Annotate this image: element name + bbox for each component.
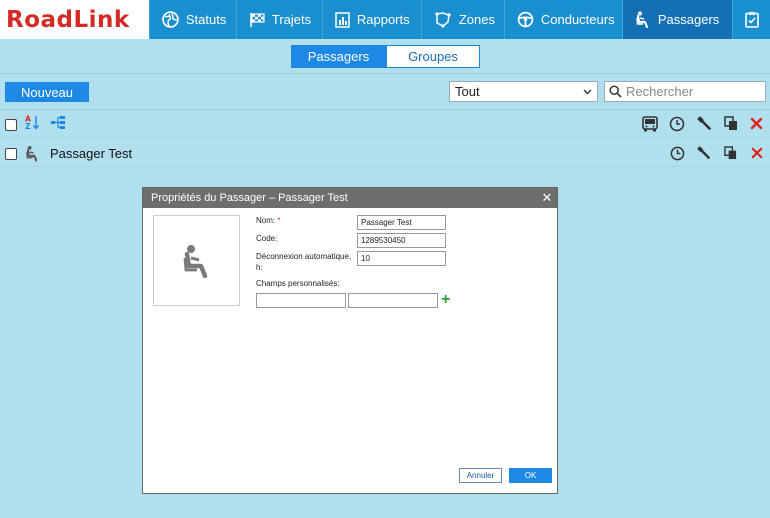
clock-icon[interactable] bbox=[669, 116, 685, 132]
wrench-icon[interactable] bbox=[697, 116, 712, 131]
wrench-icon[interactable] bbox=[697, 146, 711, 160]
nav-item-rapports[interactable]: Rapports bbox=[321, 0, 421, 39]
delete-icon[interactable] bbox=[750, 117, 763, 130]
nav-item-passagers[interactable]: Passagers bbox=[621, 0, 732, 39]
nav-item-conducteurs[interactable]: Conducteurs bbox=[503, 0, 622, 39]
filter-select[interactable]: Tout bbox=[449, 81, 598, 102]
custom-fields-label: Champs personnalisés: bbox=[256, 279, 340, 288]
name-label-text: Nom: bbox=[256, 216, 276, 225]
nav-label-zones: Zones bbox=[458, 12, 495, 27]
auto-logout-label-line2: h: bbox=[256, 263, 263, 272]
nav-item-trajets[interactable]: Trajets bbox=[235, 0, 322, 39]
divider bbox=[0, 73, 770, 74]
globe-icon bbox=[162, 11, 179, 28]
nav-label-trajets: Trajets bbox=[271, 12, 312, 27]
clock-icon[interactable] bbox=[670, 146, 685, 161]
search-input[interactable] bbox=[626, 84, 761, 99]
top-navigation-bar: RoadLink Statuts Trajets Rapports Zones … bbox=[0, 0, 770, 39]
passenger-name[interactable]: Passager Test bbox=[50, 146, 132, 161]
custom-field-key[interactable] bbox=[256, 293, 346, 308]
code-label: Code: bbox=[256, 234, 278, 243]
auto-logout-label-line1: Déconnexion automatique, bbox=[256, 252, 352, 261]
auto-logout-field[interactable]: 10 bbox=[357, 251, 446, 266]
add-custom-field-button[interactable]: + bbox=[441, 292, 450, 308]
checkered-flag-icon bbox=[250, 12, 265, 27]
chevron-down-icon bbox=[583, 89, 592, 94]
search-icon bbox=[609, 85, 622, 98]
search-box bbox=[604, 81, 766, 102]
filter-select-value: Tout bbox=[455, 84, 480, 99]
divider bbox=[0, 137, 770, 138]
select-all-checkbox[interactable] bbox=[5, 119, 17, 131]
roadlink-logo[interactable]: RoadLink bbox=[0, 0, 149, 39]
copy-icon[interactable] bbox=[724, 116, 738, 131]
passenger-photo[interactable] bbox=[153, 215, 240, 306]
passenger-properties-dialog: Propriétés du Passager – Passager Test ✕… bbox=[142, 187, 558, 494]
steering-wheel-icon bbox=[517, 11, 534, 28]
name-field[interactable]: Passager Test bbox=[357, 215, 446, 230]
nav-label-rapports: Rapports bbox=[356, 12, 410, 27]
row-checkbox[interactable] bbox=[5, 148, 17, 160]
copy-icon[interactable] bbox=[724, 146, 737, 160]
tab-groupes[interactable]: Groupes bbox=[386, 45, 480, 68]
new-button[interactable]: Nouveau bbox=[5, 82, 89, 102]
logo-text-part2: Link bbox=[73, 6, 130, 33]
logo-text-part1: Road bbox=[6, 6, 74, 33]
dialog-titlebar: Propriétés du Passager – Passager Test ✕ bbox=[143, 188, 557, 208]
cancel-button[interactable]: Annuler bbox=[459, 468, 502, 483]
sort-az-icon[interactable]: AZ bbox=[25, 115, 40, 130]
seated-passenger-icon bbox=[183, 244, 207, 278]
nav-item-tasks[interactable] bbox=[731, 0, 770, 39]
ok-button[interactable]: OK bbox=[509, 468, 552, 483]
zone-icon bbox=[435, 12, 451, 28]
delete-icon[interactable] bbox=[751, 147, 763, 159]
name-label: Nom: * bbox=[256, 216, 280, 226]
nav-item-zones[interactable]: Zones bbox=[420, 0, 504, 39]
code-field[interactable]: 1289530450 bbox=[357, 233, 446, 248]
hierarchy-icon[interactable] bbox=[51, 115, 67, 130]
seated-passenger-icon bbox=[636, 11, 648, 28]
clipboard-check-icon bbox=[745, 12, 759, 28]
required-marker: * bbox=[277, 216, 281, 225]
tab-passagers[interactable]: Passagers bbox=[291, 45, 386, 68]
svg-text:Z: Z bbox=[25, 122, 31, 130]
close-icon[interactable]: ✕ bbox=[537, 188, 557, 208]
divider bbox=[0, 166, 770, 167]
nav-label-statuts: Statuts bbox=[185, 12, 227, 27]
nav-label-conducteurs: Conducteurs bbox=[540, 12, 615, 27]
bus-icon[interactable] bbox=[641, 116, 659, 132]
view-tabs: Passagers Groupes bbox=[291, 45, 480, 68]
divider bbox=[0, 109, 770, 110]
seated-passenger-icon bbox=[26, 146, 38, 162]
nav-item-statuts[interactable]: Statuts bbox=[148, 0, 236, 39]
dialog-title: Propriétés du Passager – Passager Test bbox=[151, 192, 348, 204]
custom-field-value[interactable] bbox=[348, 293, 438, 308]
nav-label-passagers: Passagers bbox=[657, 12, 720, 27]
report-icon bbox=[335, 11, 350, 28]
